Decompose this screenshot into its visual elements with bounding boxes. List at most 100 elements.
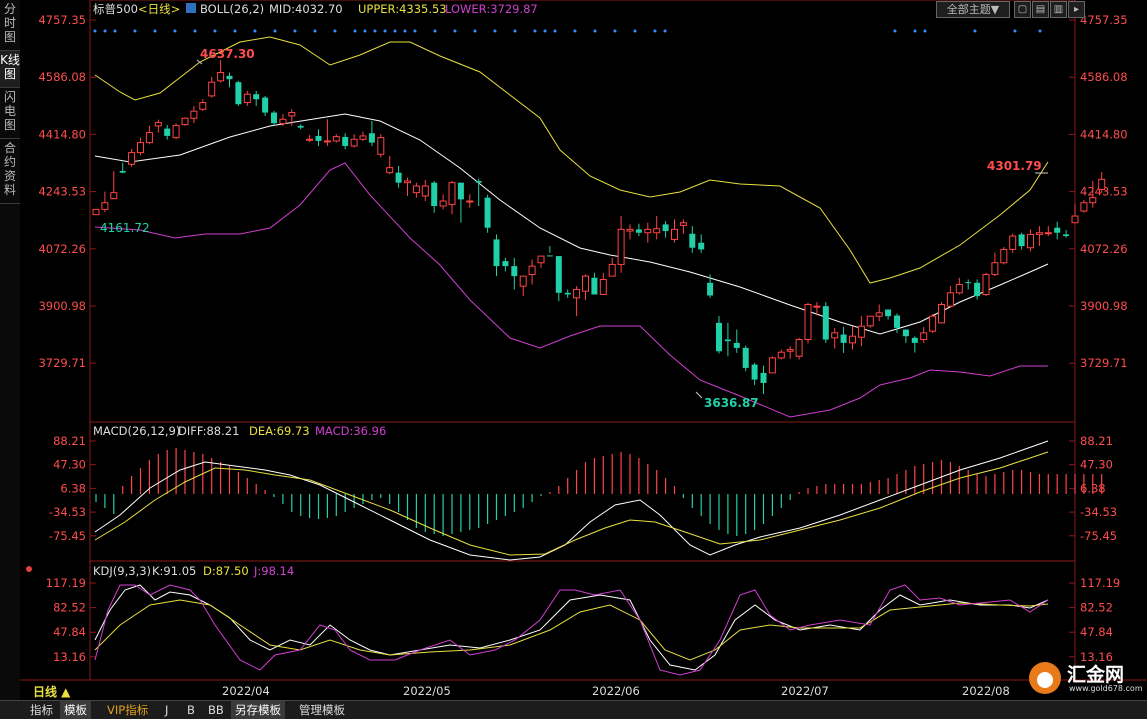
candle-body (1044, 232, 1052, 235)
candle-body (786, 349, 794, 352)
macd-tick-right: -75.45 (1080, 529, 1117, 543)
sidebar-tab-contract-info[interactable]: 合约资料 (0, 139, 20, 204)
date-label-jul: 2022/07 (781, 684, 829, 698)
signal-dot (913, 29, 917, 33)
candle-body (982, 273, 990, 295)
candle-body (564, 292, 571, 295)
candle-body (1000, 248, 1008, 264)
candle-body (1080, 202, 1088, 212)
candle-body (582, 275, 589, 292)
kdj-tick-left: 13.16 (53, 650, 86, 664)
period-selector[interactable]: 日线 ▲ (33, 684, 71, 699)
date-label-aug: 2022/08 (962, 684, 1010, 698)
candle-body (421, 185, 429, 197)
candle-body (573, 288, 581, 299)
signal-dot (373, 29, 377, 33)
macd-tick-right: 88.21 (1080, 434, 1113, 448)
candle-body (1009, 235, 1017, 250)
candle-body (875, 312, 883, 317)
candle-body (145, 132, 153, 144)
candle-body (1035, 232, 1043, 235)
macd-tick-right: -34.53 (1080, 505, 1117, 519)
candle-body (698, 242, 705, 250)
tab-b[interactable]: B (183, 701, 199, 719)
settings-icon[interactable] (186, 3, 196, 13)
candle-body (955, 283, 963, 294)
toolbar-icon-c[interactable]: ▥ (1050, 1, 1067, 18)
price-tick-right: 4586.08 (1080, 70, 1128, 84)
signal-dot (173, 29, 177, 33)
tab-save-template[interactable]: 另存模板 (231, 701, 285, 719)
candle-body (1063, 234, 1070, 237)
macd-tick-left: -75.45 (49, 529, 86, 543)
candle-body (288, 112, 296, 117)
candle-body (217, 72, 225, 82)
signal-dot (653, 29, 657, 33)
candle-body (929, 315, 937, 332)
candle-body (350, 138, 358, 147)
candle-body (279, 118, 287, 125)
candle-body (332, 136, 340, 142)
candle-body (306, 138, 314, 141)
theme-dropdown[interactable]: 全部主题▼ (936, 1, 1010, 18)
candle-body (439, 200, 447, 207)
candle-body (716, 322, 722, 352)
candle-body (822, 306, 829, 340)
candle-body (484, 197, 491, 228)
logo: 汇金网 www.gold678.com (1029, 660, 1143, 696)
signal-dot (1013, 29, 1017, 33)
kline-chart[interactable]: 标普500 <日线> BOLL(26,2) MID:4032.70 UPPER:… (20, 0, 1147, 700)
candle-body (938, 303, 945, 324)
macd-tick-left: 47.30 (53, 458, 86, 472)
candle-body (724, 339, 731, 342)
kdj-tick-left: 82.52 (53, 601, 86, 615)
candle-body (1071, 215, 1079, 224)
signal-dot (313, 29, 317, 33)
tab-templates[interactable]: 模板 (60, 701, 91, 719)
candle-body (412, 185, 420, 194)
boll-indicator-name: BOLL(26,2) (200, 2, 264, 16)
price-tick-left: 4586.08 (38, 70, 86, 84)
tab-vip-indicators[interactable]: VIP指标 (103, 701, 152, 719)
candle-body (172, 125, 180, 139)
candle-body (1089, 197, 1097, 204)
signal-dot (593, 29, 597, 33)
candle-body (965, 282, 972, 284)
kdj-name: KDJ(9,3,3) (93, 564, 151, 578)
candle-body (608, 263, 616, 277)
tab-bb[interactable]: BB (204, 701, 228, 719)
candle-body (946, 292, 954, 307)
candle-body (431, 182, 438, 207)
tab-j[interactable]: J (161, 701, 172, 719)
boll-upper-value: UPPER:4335.53 (358, 2, 447, 16)
toolbar-icon-d[interactable]: ▸ (1068, 1, 1085, 18)
candle-body (840, 334, 847, 343)
signal-dot (193, 29, 197, 33)
toolbar-icon-a[interactable]: ▢ (1014, 1, 1031, 18)
candle-body (831, 332, 839, 339)
signal-dot (133, 29, 137, 33)
candle-body (742, 347, 749, 368)
toolbar-icon-b[interactable]: ▤ (1032, 1, 1049, 18)
candle-body (119, 170, 126, 173)
kdj-d: D:87.50 (203, 564, 249, 578)
sidebar-tab-timeshare[interactable]: 分时图 (0, 0, 20, 51)
sidebar-tab-flash[interactable]: 闪电图 (0, 88, 20, 139)
kdj-marker-icon (26, 566, 32, 572)
tab-manage-templates[interactable]: 管理模板 (295, 701, 349, 719)
kdj-tick-left: 117.19 (46, 576, 86, 590)
signal-dot (973, 29, 977, 33)
candle-body (795, 339, 803, 357)
signal-dot (93, 29, 97, 33)
price-tick-right: 3900.98 (1080, 299, 1128, 313)
signal-dot (893, 29, 897, 33)
date-label-apr: 2022/04 (222, 684, 270, 698)
sidebar-tab-kline[interactable]: K线图 (0, 51, 20, 88)
candle-body (546, 255, 553, 257)
signal-dot (663, 29, 667, 33)
candle-body (448, 182, 456, 205)
signal-dot (553, 29, 557, 33)
tab-indicators[interactable]: 指标 (26, 701, 57, 719)
candle-body (555, 256, 562, 293)
price-tick-left: 3729.71 (38, 356, 86, 370)
